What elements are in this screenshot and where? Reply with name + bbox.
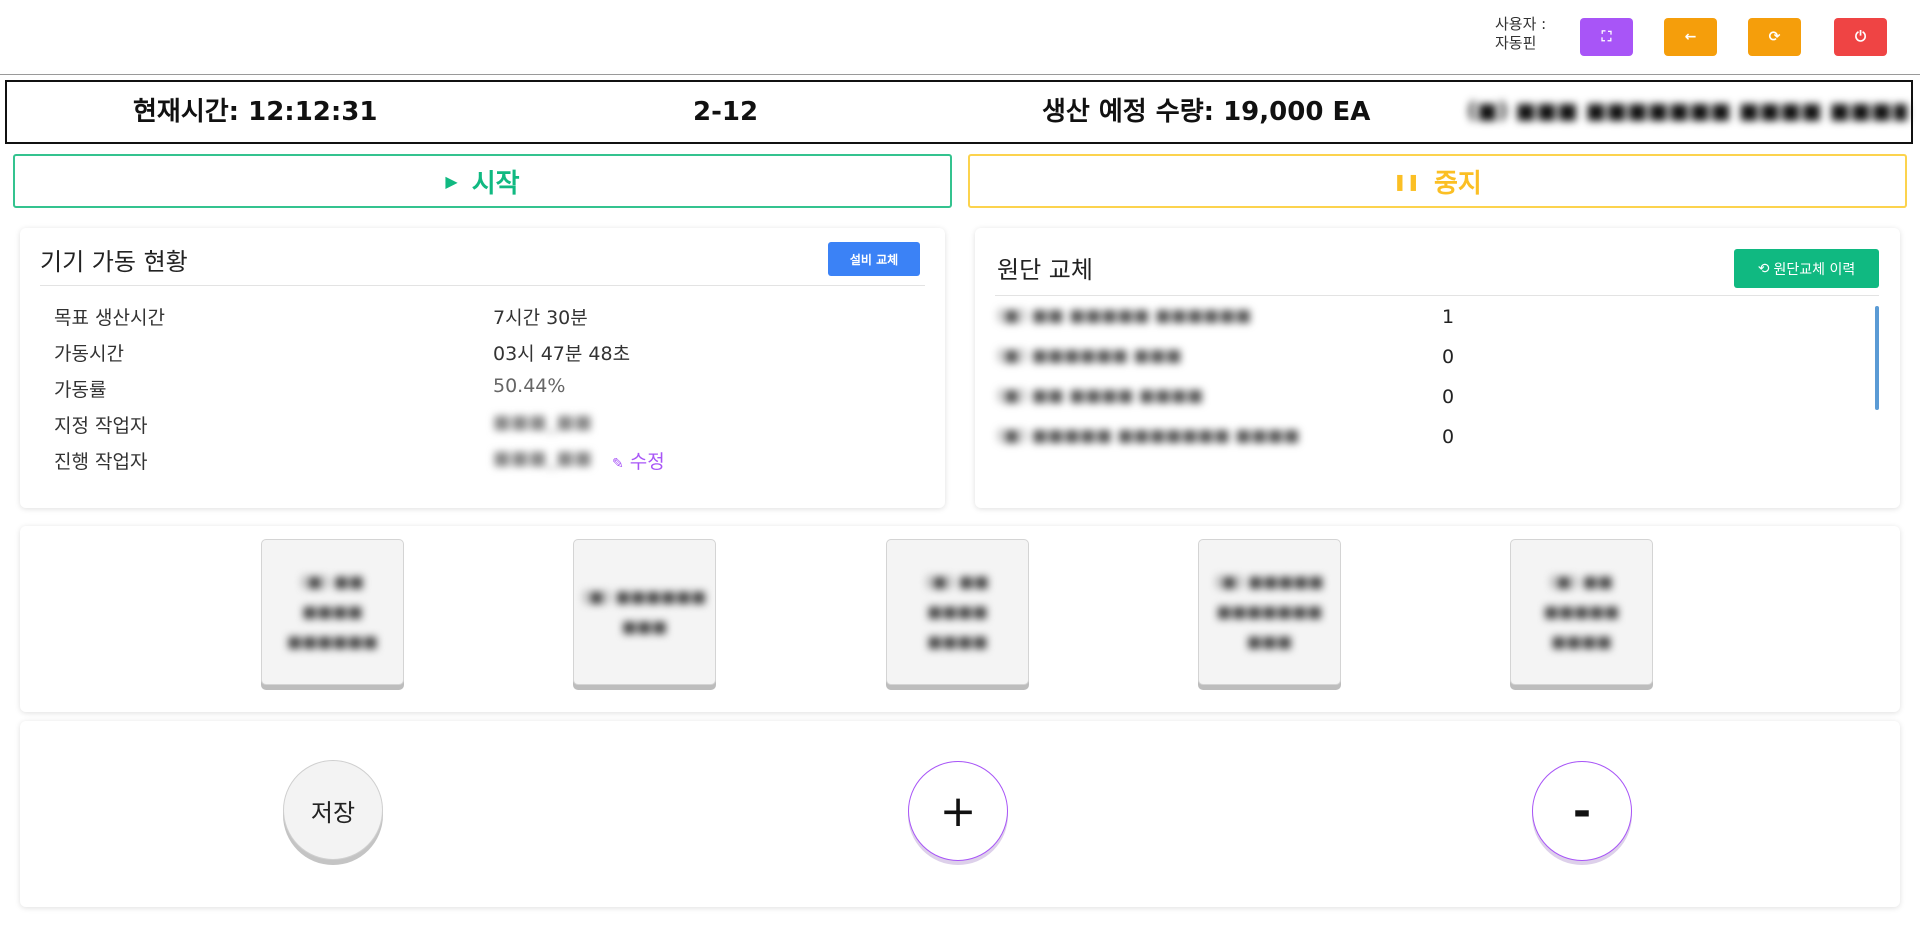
material-count: 1 xyxy=(1442,306,1455,328)
target-time-value: 7시간 30분 xyxy=(493,307,588,329)
material-history-label: 원단교체 이력 xyxy=(1773,261,1856,278)
fullscreen-button[interactable]: ⛶ xyxy=(1580,18,1633,56)
arrow-left-icon: ← xyxy=(1684,29,1697,45)
user-info: 사용자 : 자동핀 xyxy=(1495,15,1546,53)
production-info-bar: 현재시간: 12:12:31 2-12 생산 예정 수량: 19,000 EA … xyxy=(5,80,1913,144)
material-tile-label: (■) ■■ ■■■■ ■■■■■■ xyxy=(287,572,378,651)
assigned-worker-label: 지정 작업자 xyxy=(54,415,148,437)
lot-number: 2-12 xyxy=(693,97,759,127)
material-tile[interactable]: (■) ■■■■■■ ■■■ xyxy=(573,539,716,685)
edit-worker-label: 수정 xyxy=(629,451,665,473)
status-divider xyxy=(40,285,925,286)
start-label: 시작 xyxy=(471,168,520,199)
material-count: 0 xyxy=(1442,426,1455,448)
stop-label: 중지 xyxy=(1433,168,1482,199)
current-worker-label: 진행 작업자 xyxy=(54,451,148,473)
refresh-button[interactable]: ⟳ xyxy=(1748,18,1801,56)
power-icon: ⏻ xyxy=(1854,29,1867,45)
pause-icon: ❚❚ xyxy=(1393,171,1420,191)
target-time-label: 목표 생산시간 xyxy=(54,307,165,329)
machine-status-card: 기기 가동 현황 설비 교체 목표 생산시간 7시간 30분 가동시간 03시 … xyxy=(20,228,945,508)
start-button[interactable]: ▶ 시작 xyxy=(13,154,952,208)
user-label: 사용자 : xyxy=(1495,15,1547,33)
material-change-card: 원단 교체 ⟲ 원단교체 이력 (■) ■■ ■■■■■ ■■■■■■ 1 (■… xyxy=(975,228,1900,508)
assigned-worker-value: ■■■_■■ xyxy=(493,411,593,433)
material-scrollbar[interactable] xyxy=(1875,306,1879,410)
material-tile-label: (■) ■■ ■■■■ ■■■■ xyxy=(926,572,989,651)
edit-worker-link[interactable]: ✎ 수정 xyxy=(612,447,665,474)
material-count: 0 xyxy=(1442,386,1455,408)
material-count: 0 xyxy=(1442,346,1455,368)
history-icon: ⟲ xyxy=(1757,260,1770,277)
material-list[interactable]: (■) ■■ ■■■■■ ■■■■■■ 1 (■) ■■■■■■ ■■■ 0 (… xyxy=(975,296,1900,496)
save-button[interactable]: 저장 xyxy=(283,760,383,860)
current-time: 현재시간: 12:12:31 xyxy=(133,97,378,127)
material-tile[interactable]: (■) ■■ ■■■■■ ■■■■ xyxy=(1510,539,1653,685)
operating-rate-label: 가동률 xyxy=(54,379,107,401)
current-worker-value: ■■■_■■ xyxy=(493,447,593,469)
material-tile[interactable]: (■) ■■ ■■■■ ■■■■ xyxy=(886,539,1029,685)
material-tile[interactable]: (■) ■■ ■■■■ ■■■■■■ xyxy=(261,539,404,685)
material-tile-label: (■) ■■ ■■■■■ ■■■■ xyxy=(1543,572,1620,651)
operating-rate-value: 50.44% xyxy=(493,375,566,397)
material-name: (■) ■■■■■ ■■■■■■■ ■■■■ xyxy=(997,426,1300,446)
increment-button[interactable]: + xyxy=(908,761,1008,861)
material-name: (■) ■■ ■■■■■ ■■■■■■ xyxy=(997,306,1252,326)
pencil-icon: ✎ xyxy=(612,456,624,472)
play-icon: ▶ xyxy=(445,171,458,191)
stop-button[interactable]: ❚❚ 중지 xyxy=(968,154,1907,208)
material-card-title: 원단 교체 xyxy=(997,256,1093,284)
back-button[interactable]: ← xyxy=(1664,18,1717,56)
top-bar: 사용자 : 자동핀 ⛶ ← ⟳ ⏻ xyxy=(0,0,1920,75)
material-name: (■) ■■■■■■ ■■■ xyxy=(997,346,1182,366)
operating-time-value: 03시 47분 48초 xyxy=(493,343,631,365)
material-tile-label: (■) ■■■■■■ ■■■ xyxy=(582,587,707,636)
product-name: (■) ■■■ ■■■■■■■ ■■■■ ■■■■ xyxy=(1467,99,1907,124)
replace-equipment-button[interactable]: 설비 교체 xyxy=(828,242,920,276)
operating-time-label: 가동시간 xyxy=(54,343,124,365)
power-button[interactable]: ⏻ xyxy=(1834,18,1887,56)
decrement-button[interactable]: - xyxy=(1532,761,1632,861)
material-name: (■) ■■ ■■■■ ■■■■ xyxy=(997,386,1204,406)
refresh-icon: ⟳ xyxy=(1768,29,1781,45)
planned-quantity: 생산 예정 수량: 19,000 EA xyxy=(1042,97,1371,127)
user-name: 자동핀 xyxy=(1495,34,1537,52)
fullscreen-icon: ⛶ xyxy=(1601,29,1612,45)
material-tile[interactable]: (■) ■■■■■ ■■■■■■■ ■■■ xyxy=(1198,539,1341,685)
material-history-button[interactable]: ⟲ 원단교체 이력 xyxy=(1734,249,1879,288)
status-card-title: 기기 가동 현황 xyxy=(40,248,188,276)
material-tile-label: (■) ■■■■■ ■■■■■■■ ■■■ xyxy=(1215,572,1324,651)
